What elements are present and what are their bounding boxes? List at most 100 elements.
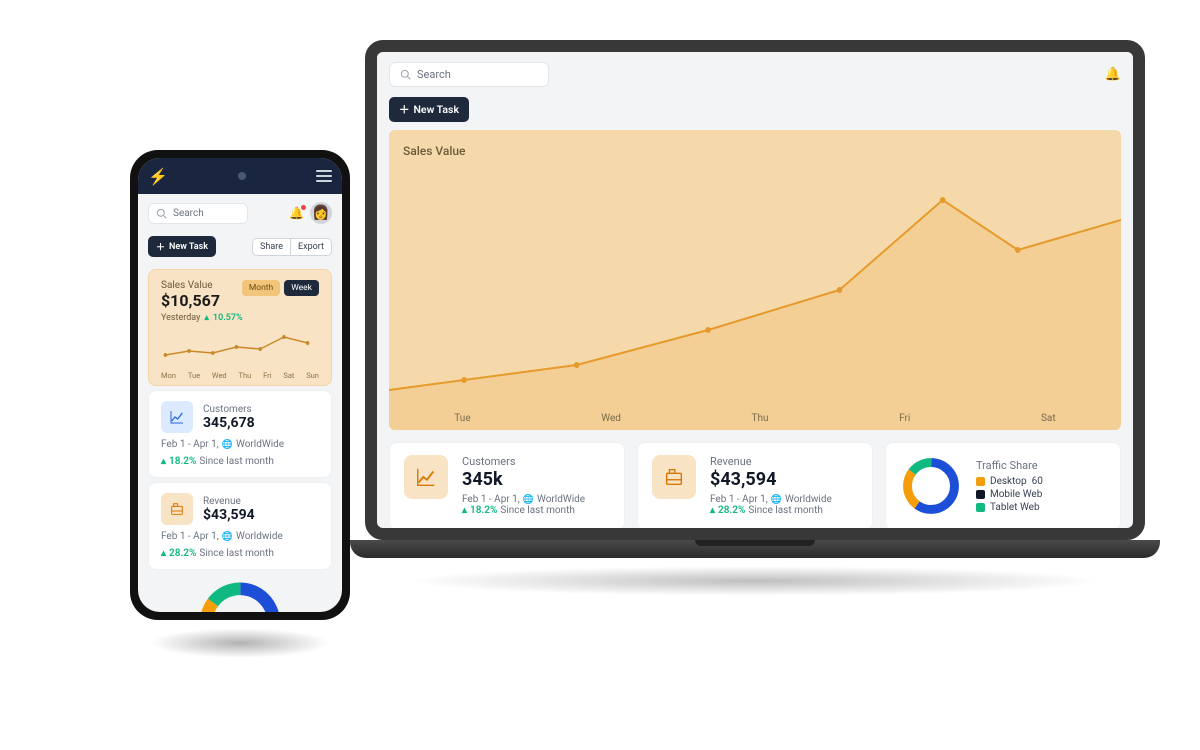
phone-shadow	[150, 628, 330, 658]
search-input[interactable]: Search	[148, 203, 248, 224]
tab-month[interactable]: Month	[242, 280, 280, 296]
share-button[interactable]: Share	[253, 239, 290, 255]
day-label: Thu	[239, 371, 252, 380]
revenue-icon	[161, 493, 193, 525]
bell-icon[interactable]: 🔔	[1105, 67, 1121, 82]
delta-text: 28.2%	[718, 505, 745, 516]
avatar[interactable]: 👩	[310, 202, 332, 224]
caret-up-icon: ▴	[161, 456, 166, 467]
hamburger-icon[interactable]	[316, 170, 332, 182]
sales-value-card: Sales Value $10,567 Month Week Yesterday…	[148, 269, 332, 386]
cash-register-icon	[169, 501, 185, 517]
day-label: Fri	[263, 371, 271, 380]
revenue-value: $43,594	[203, 507, 255, 523]
sales-value-chart: Sales Value Tue Wed Thu Fri Sat	[389, 130, 1121, 430]
scope-text: WorldWide	[236, 439, 284, 450]
yesterday-label: Yesterday	[161, 313, 200, 323]
legend-swatch	[976, 477, 985, 486]
donut-chart	[900, 455, 962, 517]
stat-row: Customers 345k Feb 1 - Apr 1, 🌐 WorldWid…	[377, 430, 1133, 540]
period-text: Feb 1 - Apr 1,	[161, 531, 219, 542]
laptop-topbar: Search 🔔	[377, 52, 1133, 97]
globe-icon: 🌐	[523, 495, 534, 505]
xaxis-label: Thu	[752, 413, 769, 424]
bell-icon[interactable]: 🔔	[289, 206, 304, 220]
since-text: Since last month	[199, 456, 273, 467]
legend-swatch	[976, 503, 985, 512]
phone-mockup: ⚡ Search 🔔 👩 ＋ New Task Share Export	[130, 150, 350, 620]
scope-text: Worldwide	[785, 494, 832, 505]
donut-chart	[185, 578, 295, 612]
day-label: Sat	[283, 371, 294, 380]
period-text: Feb 1 - Apr 1,	[710, 494, 768, 505]
period-text: Feb 1 - Apr 1,	[462, 494, 520, 505]
area-chart-svg	[389, 130, 1121, 430]
customers-card: Customers 345k Feb 1 - Apr 1, 🌐 WorldWid…	[389, 442, 625, 530]
period-toggle: Month Week	[242, 280, 319, 296]
globe-icon: 🌐	[771, 495, 782, 505]
export-button[interactable]: Export	[290, 239, 331, 255]
legend-swatch	[976, 490, 985, 499]
scope-text: WorldWide	[537, 494, 585, 505]
xaxis-label: Tue	[454, 413, 470, 424]
search-icon	[400, 69, 411, 80]
revenue-label: Revenue	[710, 455, 832, 468]
laptop-shadow	[405, 566, 1105, 596]
revenue-value: $43,594	[710, 469, 832, 490]
chart-x-axis: Tue Wed Thu Fri Sat	[389, 413, 1121, 424]
laptop-screen: Search 🔔 ＋ New Task Sales Value Tue Wed …	[365, 40, 1145, 540]
delta-text: 28.2%	[169, 548, 196, 559]
line-chart-svg	[161, 329, 319, 365]
chart-line-icon	[415, 466, 437, 488]
cash-register-icon	[663, 466, 685, 488]
search-input[interactable]: Search	[389, 62, 549, 87]
customers-icon	[161, 401, 193, 433]
bolt-icon: ⚡	[148, 167, 168, 186]
search-icon	[156, 208, 167, 219]
legend-value: 60	[1032, 476, 1043, 487]
tab-week[interactable]: Week	[284, 280, 319, 296]
new-task-button[interactable]: ＋ New Task	[148, 236, 216, 257]
caret-up-icon: ▴	[710, 505, 715, 516]
legend-label: Tablet Web	[990, 502, 1040, 513]
revenue-icon	[652, 455, 696, 499]
new-task-button[interactable]: ＋ New Task	[389, 97, 469, 122]
revenue-card: Revenue $43,594 Feb 1 - Apr 1, 🌐 Worldwi…	[637, 442, 873, 530]
share-export-group: Share Export	[252, 238, 332, 256]
xaxis-label: Wed	[601, 413, 621, 424]
traffic-donut-partial	[138, 574, 342, 612]
customers-card: Customers 345,678 Feb 1 - Apr 1, 🌐 World…	[148, 390, 332, 478]
new-task-label: New Task	[169, 242, 208, 252]
search-placeholder: Search	[417, 68, 451, 81]
globe-icon: 🌐	[222, 440, 233, 450]
phone-header: ⚡	[138, 158, 342, 194]
phone-screen: ⚡ Search 🔔 👩 ＋ New Task Share Export	[138, 158, 342, 612]
traffic-legend: Traffic Share Desktop 60 Mobile Web Tabl…	[976, 457, 1043, 515]
revenue-label: Revenue	[203, 496, 255, 507]
search-placeholder: Search	[173, 208, 204, 219]
header-dot	[238, 172, 246, 180]
phone-actions: ＋ New Task Share Export	[138, 232, 342, 265]
delta-text: 18.2%	[169, 456, 196, 467]
sales-value: $10,567	[161, 291, 220, 310]
day-label: Wed	[212, 371, 227, 380]
customers-value: 345k	[462, 469, 585, 490]
sales-label: Sales Value	[161, 280, 220, 291]
day-label: Mon	[161, 371, 176, 380]
since-text: Since last month	[500, 505, 574, 516]
caret-up-icon: ▴	[161, 548, 166, 559]
day-label: Sun	[306, 371, 319, 380]
xaxis-label: Fri	[899, 413, 910, 424]
caret-up-icon: ▴	[462, 505, 467, 516]
customers-icon	[404, 455, 448, 499]
xaxis-label: Sat	[1041, 413, 1056, 424]
phone-topbar: Search 🔔 👩	[138, 194, 342, 232]
since-text: Since last month	[199, 548, 273, 559]
globe-icon: 🌐	[222, 532, 233, 542]
plus-icon: ＋	[399, 102, 410, 117]
day-label: Tue	[188, 371, 200, 380]
delta-text: 18.2%	[470, 505, 497, 516]
new-task-label: New Task	[414, 103, 460, 116]
laptop-base	[350, 540, 1160, 558]
legend-label: Mobile Web	[990, 489, 1042, 500]
